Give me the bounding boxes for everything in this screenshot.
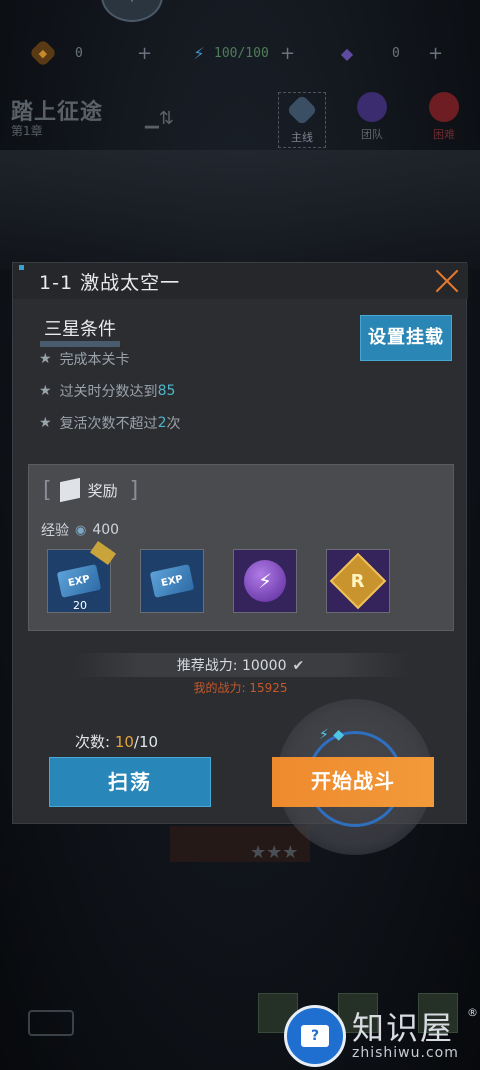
tab-hard-label: 困难 bbox=[433, 128, 455, 141]
exp-value: 400 bbox=[92, 522, 120, 538]
dialog-header: 1-1 激战太空一 bbox=[13, 263, 468, 299]
exp-line: 经验 ◉ 400 bbox=[41, 520, 119, 540]
watermark-text: 知识屋 bbox=[352, 1009, 455, 1047]
reward-panel: [ 奖励 ] 经验 ◉ 400 EXP 20 EXP ⚡ R bbox=[28, 464, 454, 631]
background-city bbox=[0, 150, 480, 270]
tab-team-label: 团队 bbox=[361, 128, 383, 141]
coin-value: 0 bbox=[75, 45, 83, 61]
condition-text: 过关时分数达到 bbox=[59, 384, 158, 400]
condition-item: ★ 复活次数不超过 2 次 bbox=[39, 413, 180, 433]
watermark-url: zhishiwu.com bbox=[352, 1045, 459, 1061]
team-icon bbox=[357, 92, 387, 122]
attempts-current: 10 bbox=[114, 733, 134, 751]
coin-icon: ◆ bbox=[28, 38, 58, 68]
exp-label: 经验 bbox=[41, 523, 69, 539]
lightning-icon: ⚡ bbox=[193, 43, 205, 63]
gem-plus-button[interactable]: + bbox=[428, 43, 443, 64]
condition-text: 复活次数不超过 bbox=[59, 416, 158, 432]
resource-bar: ◆ 0 + ⚡ 100/100 + ◆ 0 + bbox=[0, 36, 480, 70]
watermark-reg: ® bbox=[467, 1006, 478, 1019]
sweep-button[interactable]: 扫荡 bbox=[49, 757, 211, 807]
resource-gem: ◆ 0 + bbox=[334, 36, 454, 70]
tab-hard[interactable]: 困难 bbox=[420, 92, 468, 148]
watermark-logo: ? bbox=[284, 1005, 346, 1067]
star-icon: ★ bbox=[39, 351, 52, 367]
reward-item-r-coin[interactable]: R bbox=[326, 549, 390, 613]
reward-header: [ 奖励 ] bbox=[43, 477, 139, 503]
three-star-title: 三星条件 bbox=[40, 315, 120, 347]
coin-plus-button[interactable]: + bbox=[137, 43, 152, 64]
background-stars: ★★★ bbox=[250, 842, 299, 863]
exp-card-icon: EXP bbox=[56, 564, 102, 598]
tab-main-line[interactable]: 主线 bbox=[278, 92, 326, 148]
close-button[interactable] bbox=[434, 268, 460, 294]
chapter-subtitle: 第1章 bbox=[11, 124, 43, 138]
attempts-counter: 次数: 10/10 bbox=[75, 731, 158, 752]
first-clear-tag bbox=[89, 540, 117, 566]
box-icon bbox=[59, 477, 80, 503]
condition-value: 85 bbox=[157, 383, 176, 399]
condition-item: ★ 过关时分数达到 85 bbox=[39, 381, 175, 401]
tab-main-line-label: 主线 bbox=[291, 131, 313, 144]
dialog-title: 1-1 激战太空一 bbox=[39, 272, 181, 294]
hard-icon bbox=[429, 92, 459, 122]
switch-icon[interactable]: ▁⇅ bbox=[145, 108, 174, 129]
back-button[interactable] bbox=[28, 1010, 74, 1036]
resource-coin: ◆ 0 + bbox=[28, 36, 163, 70]
my-power: 我的战力: 15925 bbox=[193, 681, 288, 695]
condition-value: 2 bbox=[157, 415, 167, 431]
attempts-total: /10 bbox=[133, 733, 159, 751]
condition-suffix: 次 bbox=[166, 416, 181, 432]
item-count: 20 bbox=[73, 599, 87, 612]
check-icon: ✔ bbox=[292, 658, 305, 674]
reward-item-exp-card[interactable]: EXP bbox=[140, 549, 204, 613]
start-cost-icons: ⚡ ◆ bbox=[319, 727, 345, 743]
recommended-power: 推荐战力: 10000 ✔ bbox=[13, 655, 468, 675]
resource-energy: ⚡ 100/100 + bbox=[186, 36, 306, 70]
gem-value: 0 bbox=[392, 45, 400, 61]
monitor-icon: ? bbox=[301, 1025, 329, 1047]
exp-icon: ◉ bbox=[75, 522, 87, 538]
r-coin-icon: R bbox=[329, 552, 387, 610]
gem-icon: ◆ bbox=[340, 43, 354, 63]
main-line-icon bbox=[286, 94, 318, 126]
reward-title: 奖励 bbox=[87, 481, 118, 500]
energy-plus-button[interactable]: + bbox=[280, 43, 295, 64]
corner-marker bbox=[19, 265, 24, 270]
lightning-icon: ⚡ bbox=[244, 560, 286, 602]
energy-value: 100/100 bbox=[214, 45, 269, 61]
recommended-power-text: 推荐战力: 10000 bbox=[176, 658, 287, 674]
start-battle-button[interactable]: 开始战斗 bbox=[272, 757, 434, 807]
star-icon: ★ bbox=[39, 383, 52, 399]
reward-item-exp-card[interactable]: EXP 20 bbox=[47, 540, 117, 613]
auto-setup-button[interactable]: 设置挂载 bbox=[360, 315, 452, 361]
attempts-label: 次数: bbox=[75, 733, 115, 751]
tab-team[interactable]: 团队 bbox=[348, 92, 396, 148]
condition-text: 完成本关卡 bbox=[59, 352, 130, 368]
stage-dialog: 1-1 激战太空一 三星条件 ★ 完成本关卡 ★ 过关时分数达到 85 ★ 复活… bbox=[12, 262, 468, 855]
condition-item: ★ 完成本关卡 bbox=[39, 349, 130, 369]
star-icon: ★ bbox=[39, 415, 52, 431]
exp-card-icon: EXP bbox=[149, 564, 195, 598]
reward-item-energy-orb[interactable]: ⚡ bbox=[233, 549, 297, 613]
